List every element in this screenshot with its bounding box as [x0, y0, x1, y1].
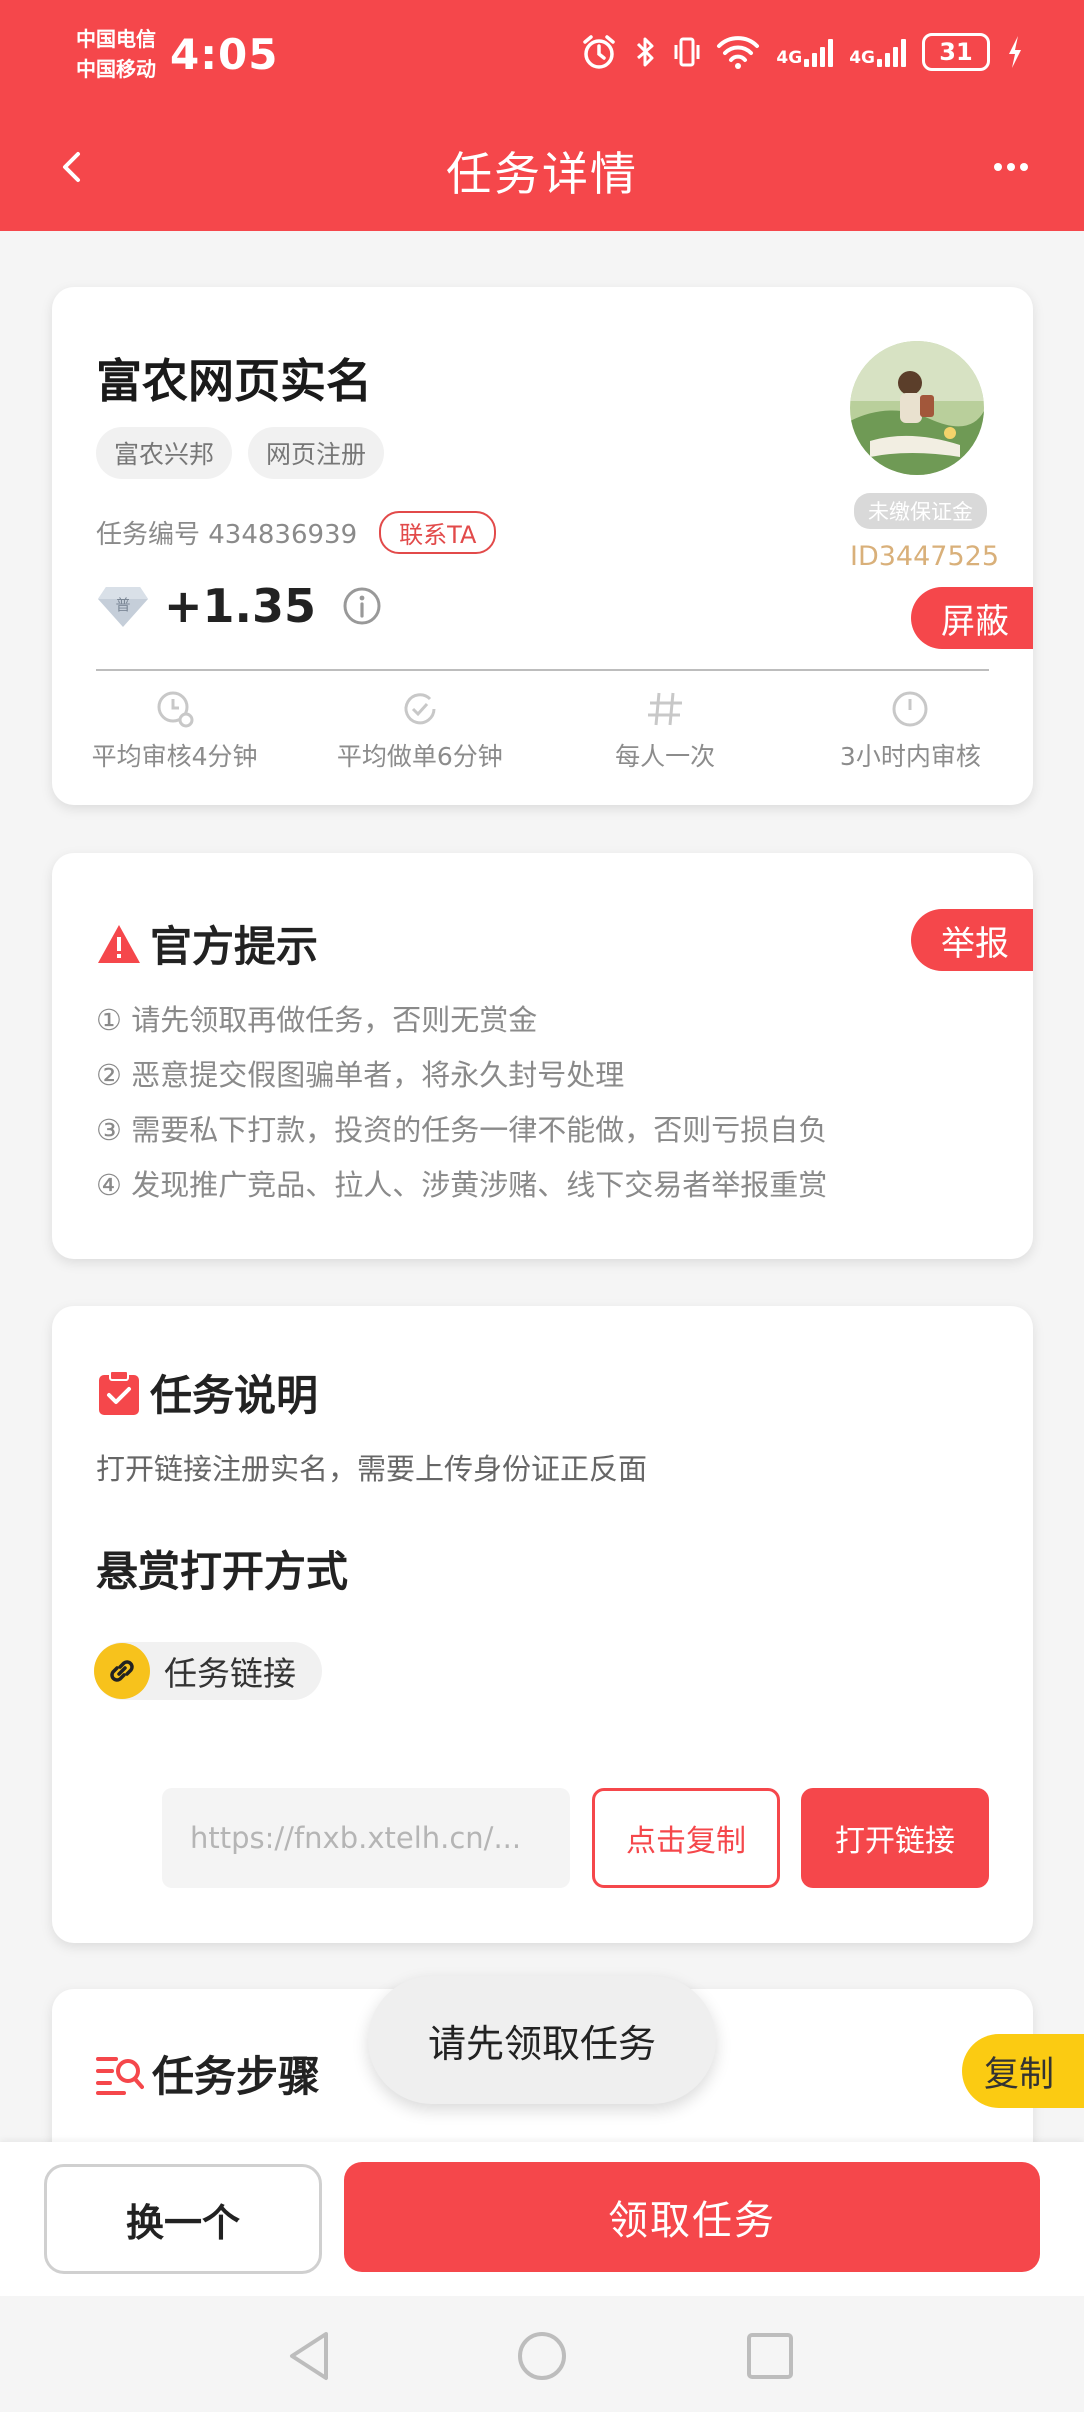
notice-title-row: 官方提示: [96, 913, 318, 974]
carrier-2: 中国移动: [76, 57, 156, 81]
bottom-action-bar: 换一个 领取任务: [0, 2142, 1084, 2296]
info-icon[interactable]: [340, 584, 384, 628]
accept-task-button[interactable]: 领取任务: [344, 2162, 1040, 2272]
vibrate-icon: [674, 32, 700, 72]
reward-row: 普 +1.35: [96, 579, 384, 633]
user-id: ID3447525: [850, 541, 1000, 572]
open-link-button[interactable]: 打开链接: [801, 1788, 989, 1888]
description-title: 任务说明: [150, 1371, 319, 1420]
description-title-row: 任务说明: [96, 1362, 318, 1423]
stat-review-window: 3小时内审核: [788, 689, 1033, 773]
task-description-card: 任务说明 打开链接注册实名，需要上传身份证正反面 悬赏打开方式 任务链接 htt…: [52, 1306, 1033, 1943]
task-title: 富农网页实名: [96, 354, 372, 408]
status-icons: 4G 4G 31: [580, 32, 1024, 72]
cellular-signal-1-icon: 4G: [776, 37, 834, 67]
notice-item: ① 请先领取再做任务，否则无赏金: [96, 1003, 538, 1037]
notice-item: ② 恶意提交假图骗单者，将永久封号处理: [96, 1058, 625, 1092]
notice-item: ④ 发现推广竞品、拉人、涉黄涉赌、线下交易者举报重赏: [96, 1168, 828, 1202]
wifi-icon: [716, 32, 760, 72]
review-clock-icon: [157, 691, 194, 728]
steps-list-icon: [96, 2056, 144, 2095]
hash-icon: [648, 692, 683, 726]
bluetooth-icon: [634, 32, 658, 72]
system-nav-bar: [0, 2296, 1084, 2412]
status-bar: 中国电信 中国移动 4:05 4G 4G 31: [0, 0, 1084, 110]
avatar[interactable]: [850, 341, 984, 475]
copy-side-button[interactable]: 复制: [962, 2034, 1084, 2108]
contact-button[interactable]: 联系TA: [379, 511, 497, 554]
task-detail-page: 中国电信 中国移动 4:05 4G 4G 31 任务详情 富农网页实名 富农兴邦…: [0, 0, 1084, 2412]
nav-recents-icon[interactable]: [740, 2326, 800, 2386]
block-button[interactable]: 屏蔽: [911, 587, 1033, 649]
cellular-signal-2-icon: 4G: [849, 37, 906, 67]
notice-list: ① 请先领取再做任务，否则无赏金 ② 恶意提交假图骗单者，将永久封号处理 ③ 需…: [96, 993, 827, 1213]
task-summary-card: 富农网页实名 富农兴邦 网页注册 任务编号 434836939 联系TA 普 +…: [52, 287, 1033, 805]
steps-title-row: 任务步骤: [96, 2043, 320, 2104]
notice-item: ③ 需要私下打款，投资的任务一律不能做，否则亏损自负: [96, 1113, 828, 1147]
task-id: 任务编号 434836939: [96, 520, 358, 550]
toast-message: 请先领取任务: [368, 1976, 716, 2104]
open-method-title: 悬赏打开方式: [96, 1547, 349, 1596]
stat-avg-review: 平均审核4分钟: [52, 689, 297, 773]
copy-link-button[interactable]: 点击复制: [592, 1788, 780, 1888]
task-stats: 平均审核4分钟 平均做单6分钟 每人一次 3小时内审核: [52, 689, 1033, 773]
diamond-icon: 普: [98, 587, 148, 627]
report-button[interactable]: 举报: [911, 909, 1033, 971]
task-tag: 网页注册: [248, 427, 385, 479]
clipboard-icon: [99, 1369, 139, 1415]
warning-icon: [98, 924, 140, 963]
page-title: 任务详情: [446, 147, 638, 201]
carrier-names: 中国电信 中国移动: [76, 24, 156, 84]
deposit-badge: 未缴保证金: [854, 493, 987, 529]
clock-icon: [892, 691, 928, 727]
stat-label: 3小时内审核: [839, 742, 981, 771]
alarm-icon: [580, 32, 618, 72]
more-icon[interactable]: [986, 142, 1036, 192]
stat-once-per-person: 每人一次: [543, 689, 788, 773]
reward-amount: +1.35: [164, 579, 317, 633]
notice-title: 官方提示: [150, 922, 319, 971]
nav-home-icon[interactable]: [512, 2326, 572, 2386]
header: 中国电信 中国移动 4:05 4G 4G 31 任务详情: [0, 0, 1084, 231]
stat-avg-work: 平均做单6分钟: [297, 689, 542, 773]
task-link-chip[interactable]: 任务链接: [94, 1642, 322, 1700]
task-url-field[interactable]: https://fnxb.xtelh.cn/...: [162, 1788, 570, 1888]
reward-badge: 普: [115, 596, 130, 614]
nav-back-icon[interactable]: [280, 2326, 340, 2386]
charging-icon: [1006, 32, 1024, 72]
stat-label: 每人一次: [615, 742, 716, 771]
stat-label: 平均审核4分钟: [91, 742, 258, 771]
carrier-1: 中国电信: [76, 27, 156, 51]
link-icon: [94, 1643, 150, 1699]
stat-label: 平均做单6分钟: [336, 742, 503, 771]
task-link-label: 任务链接: [164, 1654, 296, 1693]
description-text: 打开链接注册实名，需要上传身份证正反面: [96, 1452, 648, 1486]
task-tag: 富农兴邦: [96, 427, 233, 479]
battery-icon: 31: [922, 33, 990, 71]
divider: [96, 669, 989, 671]
check-clock-icon: [404, 693, 436, 725]
steps-title: 任务步骤: [152, 2052, 321, 2101]
nav-bar: 任务详情: [0, 120, 1084, 220]
switch-task-button[interactable]: 换一个: [44, 2164, 322, 2274]
task-tags: 富农兴邦 网页注册: [96, 427, 385, 479]
official-notice-card: 官方提示 举报 ① 请先领取再做任务，否则无赏金 ② 恶意提交假图骗单者，将永久…: [52, 853, 1033, 1259]
task-id-row: 任务编号 434836939 联系TA: [96, 511, 497, 554]
status-time: 4:05: [170, 30, 279, 79]
